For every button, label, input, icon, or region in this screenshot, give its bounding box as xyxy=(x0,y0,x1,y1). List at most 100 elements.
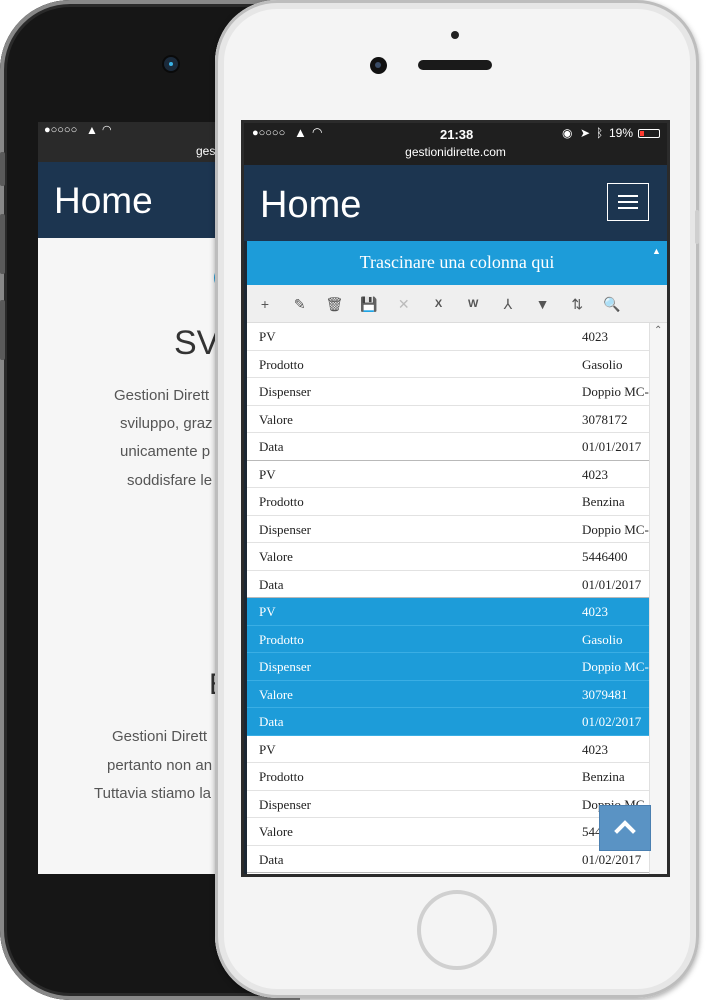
field-label: PV xyxy=(259,604,276,619)
wifi-icon: ◠ xyxy=(312,125,323,139)
field-label: Valore xyxy=(259,411,293,427)
field-value: 01/02/2017 xyxy=(582,851,642,867)
location-icon: ➤ xyxy=(580,126,591,140)
table-row[interactable]: Prodotto Gasolio xyxy=(247,625,649,653)
field-value: Benzina xyxy=(582,769,625,784)
field-label: PV xyxy=(259,466,276,482)
orientation-lock-icon: ◉ xyxy=(562,126,573,140)
table-row[interactable]: Prodotto Benzina xyxy=(247,488,649,516)
field-label: Dispenser xyxy=(259,384,311,399)
app-header: Home xyxy=(244,165,667,241)
back-url-text: ges xyxy=(196,144,216,158)
pdf-export-icon[interactable]: ⅄ xyxy=(498,295,518,313)
field-value: 4023 xyxy=(582,741,608,757)
table-row[interactable]: Dispenser Doppio MC-1 xyxy=(247,378,649,406)
field-label: Data xyxy=(259,851,284,867)
table-row[interactable]: Valore 5446400 xyxy=(247,543,649,571)
group-by-panel[interactable]: Trascinare una colonna qui ▲ xyxy=(247,241,667,285)
field-label: Valore xyxy=(259,686,293,702)
delete-icon[interactable]: 🗑 xyxy=(324,295,344,313)
url-bar[interactable]: gestionidirette.com xyxy=(244,145,667,165)
field-label: Data xyxy=(259,576,284,592)
battery-icon xyxy=(638,129,660,138)
table-row[interactable]: Prodotto Benzina xyxy=(247,763,649,791)
field-value: Doppio MC-1 xyxy=(582,659,649,674)
table-row[interactable]: Data 01/01/2017 xyxy=(247,570,649,598)
field-value: 01/01/2017 xyxy=(582,576,642,592)
add-icon[interactable]: + xyxy=(255,295,275,313)
field-label: Dispenser xyxy=(259,796,311,812)
edit-icon[interactable]: ✎ xyxy=(290,295,310,313)
field-label: Prodotto xyxy=(259,356,304,372)
scroll-to-top-button[interactable] xyxy=(599,805,651,851)
field-label: Prodotto xyxy=(259,494,304,509)
field-label: Data xyxy=(259,439,284,454)
table-row[interactable]: Data 01/01/2017 xyxy=(247,433,649,461)
wifi-icon: ◠ xyxy=(102,124,112,136)
filter-icon[interactable]: ▼ xyxy=(533,295,553,313)
page-title: Home xyxy=(260,184,362,226)
table-row[interactable]: Valore 3079481 xyxy=(247,680,649,708)
field-label: Prodotto xyxy=(259,631,304,647)
excel-export-icon[interactable]: X xyxy=(429,295,449,313)
field-value: 4023 xyxy=(582,604,608,619)
save-icon[interactable]: 💾 xyxy=(359,295,379,313)
collapse-up-icon[interactable]: ▲ xyxy=(652,246,661,256)
table-row[interactable]: PV 4023 xyxy=(247,735,649,763)
vertical-scrollbar[interactable]: ⌃ xyxy=(649,323,667,874)
table-row[interactable]: Dispenser Doppio MC-1 xyxy=(247,515,649,543)
back-section-heading: SV xyxy=(174,324,220,362)
mute-switch xyxy=(0,152,5,186)
back-home-title: Home xyxy=(54,180,153,221)
battery-level xyxy=(640,131,644,136)
volume-up-button xyxy=(0,214,5,274)
cancel-icon[interactable]: ✕ xyxy=(394,295,414,313)
data-grid: Trascinare una colonna qui ▲ + ✎ 🗑 💾 ✕ X W ⅄ ▼ ⇅ 🔍… xyxy=(247,241,667,874)
table-row[interactable]: Valore 3078172 xyxy=(247,405,649,433)
signal-indicator: ●○○○○ xyxy=(44,124,78,136)
signal-indicator: ●○○○○ xyxy=(252,127,286,139)
back-paragraph-line: Tuttavia stiamo la xyxy=(94,785,211,802)
table-row[interactable]: Data 01/02/2017 xyxy=(247,845,649,873)
table-row[interactable]: PV 4023 xyxy=(247,460,649,488)
field-value: 01/01/2017 xyxy=(582,439,642,454)
scroll-up-arrow-icon[interactable]: ⌃ xyxy=(654,325,662,336)
carrier-icon: ▲ xyxy=(86,123,98,137)
table-row[interactable]: Dispenser Doppio MC-1 xyxy=(247,653,649,681)
search-icon[interactable]: 🔍 xyxy=(602,295,622,313)
field-value: 4023 xyxy=(582,329,608,344)
power-button xyxy=(695,210,699,244)
field-value: 4023 xyxy=(582,466,608,482)
status-bar: ●○○○○ ▲ ◠ 21:38 ◉ ➤ ᛒ 19% xyxy=(244,123,667,145)
status-time: 21:38 xyxy=(440,127,474,142)
back-paragraph-line: soddisfare le xyxy=(127,472,213,489)
earpiece-speaker xyxy=(418,60,492,70)
table-row[interactable]: PV 4023 xyxy=(247,598,649,626)
table-row[interactable]: Dispenser Doppio MC-1 xyxy=(247,790,649,818)
field-value: Gasolio xyxy=(582,631,623,647)
table-row[interactable]: Data 01/02/2017 xyxy=(247,708,649,736)
field-value: 3078172 xyxy=(582,411,628,427)
field-value: 5446400 xyxy=(582,549,628,564)
sort-icon[interactable]: ⇅ xyxy=(567,295,587,313)
field-label: Dispenser xyxy=(259,521,311,537)
field-value: Doppio MC-1 xyxy=(582,521,649,537)
field-value: Benzina xyxy=(582,494,625,509)
battery-percent: 19% xyxy=(609,126,634,140)
hamburger-icon xyxy=(608,184,648,220)
table-row[interactable]: PV 4023 xyxy=(247,323,649,351)
front-phone-screen: ●○○○○ ▲ ◠ 21:38 ◉ ➤ ᛒ 19% gestionidirett… xyxy=(241,120,670,877)
group-panel-text: Trascinare una colonna qui xyxy=(359,252,555,272)
back-paragraph-line: unicamente p xyxy=(120,443,211,460)
field-label: PV xyxy=(259,741,276,757)
field-label: Prodotto xyxy=(259,769,304,784)
bluetooth-icon: ᛒ xyxy=(596,126,604,140)
grid-rows: PV 4023 Prodotto Gasolio Dispenser Doppio MC-… xyxy=(247,323,649,874)
table-row[interactable]: Valore54471 xyxy=(247,818,649,846)
carrier-icon: ▲ xyxy=(294,125,307,140)
back-paragraph-line: sviluppo, graz xyxy=(120,415,213,432)
word-export-icon[interactable]: W xyxy=(463,295,483,313)
menu-button[interactable] xyxy=(607,183,649,221)
home-button[interactable] xyxy=(417,890,497,970)
table-row[interactable]: Prodotto Gasolio xyxy=(247,350,649,378)
